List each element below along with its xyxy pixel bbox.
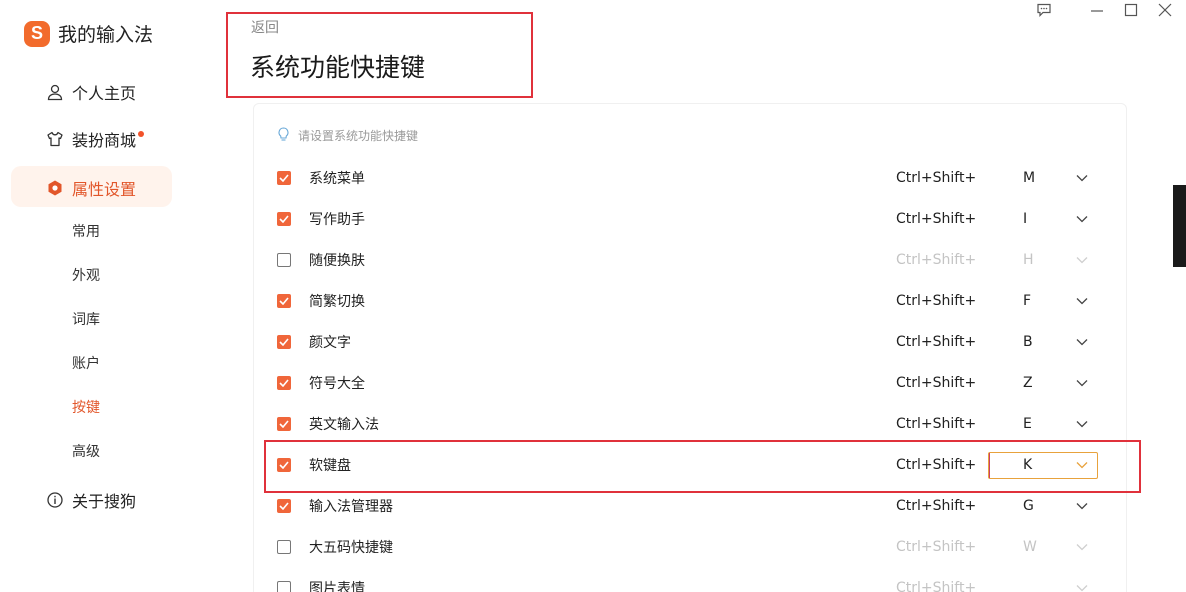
shortcut-modifier: Ctrl+Shift+ <box>896 334 977 350</box>
sidebar: S 我的输入法 个人主页 装扮商城 属性设置 常用 外观 词库 账户 按键 高级… <box>0 0 195 592</box>
shortcut-modifier: Ctrl+Shift+ <box>896 580 977 592</box>
minimize-icon[interactable] <box>1085 0 1109 20</box>
shortcut-modifier: Ctrl+Shift+ <box>896 252 977 268</box>
hint-text: 请设置系统功能快捷键 <box>298 129 419 143</box>
shortcut-key: H <box>1023 252 1034 268</box>
shortcut-key[interactable]: G <box>1023 498 1034 514</box>
shortcut-key[interactable]: E <box>1023 416 1032 432</box>
chevron-down-icon[interactable] <box>1075 417 1089 431</box>
chevron-down-icon <box>1075 540 1089 554</box>
person-icon <box>46 83 64 101</box>
sidebar-item-label: 个人主页 <box>72 84 137 103</box>
subnav-item-keys[interactable]: 按键 <box>72 397 100 417</box>
hint: 请设置系统功能快捷键 <box>277 127 418 144</box>
shortcut-modifier: Ctrl+Shift+ <box>896 416 977 432</box>
checkbox-checked[interactable] <box>277 417 291 431</box>
shortcut-row: 图片表情 Ctrl+Shift+ <box>277 576 1117 592</box>
shortcut-key[interactable]: F <box>1023 293 1031 309</box>
sidebar-item-settings[interactable]: 属性设置 <box>46 176 136 200</box>
checkbox-checked[interactable] <box>277 294 291 308</box>
chevron-down-icon[interactable] <box>1075 335 1089 349</box>
shortcut-key[interactable]: M <box>1023 170 1035 186</box>
chevron-down-icon[interactable] <box>1075 171 1089 185</box>
checkbox-unchecked[interactable] <box>277 581 291 592</box>
subnav-item-advanced[interactable]: 高级 <box>72 441 100 461</box>
shortcut-row: 大五码快捷键 Ctrl+Shift+ W <box>277 535 1117 559</box>
scrollbar-thumb[interactable] <box>1173 185 1186 267</box>
checkbox-checked[interactable] <box>277 499 291 513</box>
shirt-icon <box>46 130 64 148</box>
checkbox-unchecked[interactable] <box>277 540 291 554</box>
sidebar-item-label: 装扮商城 <box>72 131 137 150</box>
checkbox-checked[interactable] <box>277 335 291 349</box>
notification-dot <box>138 131 145 137</box>
shortcut-modifier: Ctrl+Shift+ <box>896 498 977 514</box>
shortcut-key[interactable]: I <box>1023 211 1027 227</box>
shortcut-row: 输入法管理器 Ctrl+Shift+ G <box>277 494 1117 518</box>
subnav-item-general[interactable]: 常用 <box>72 221 100 241</box>
checkbox-checked[interactable] <box>277 212 291 226</box>
shortcut-label: 图片表情 <box>309 581 365 592</box>
chevron-down-icon <box>1075 253 1089 267</box>
chevron-down-icon[interactable] <box>1075 499 1089 513</box>
shortcut-row: 写作助手 Ctrl+Shift+ I <box>277 207 1117 231</box>
close-icon[interactable] <box>1153 0 1177 20</box>
checkbox-unchecked[interactable] <box>277 253 291 267</box>
maximize-icon[interactable] <box>1119 0 1143 20</box>
sidebar-item-profile[interactable]: 个人主页 <box>46 80 136 104</box>
sidebar-item-about[interactable]: 关于搜狗 <box>46 488 136 512</box>
subnav-item-appearance[interactable]: 外观 <box>72 265 100 285</box>
sidebar-item-label: 关于搜狗 <box>72 492 137 511</box>
shortcut-key[interactable]: B <box>1023 334 1033 350</box>
shortcut-modifier: Ctrl+Shift+ <box>896 375 977 391</box>
sidebar-item-label: 属性设置 <box>72 180 137 199</box>
shortcut-modifier: Ctrl+Shift+ <box>896 170 977 186</box>
shortcut-row: 随便换肤 Ctrl+Shift+ H <box>277 248 1117 272</box>
shortcut-key: W <box>1023 539 1037 555</box>
checkbox-checked[interactable] <box>277 171 291 185</box>
shortcut-label: 颜文字 <box>309 335 351 351</box>
feedback-icon[interactable] <box>1032 0 1056 20</box>
chevron-down-icon[interactable] <box>1075 294 1089 308</box>
chevron-down-icon <box>1075 581 1089 592</box>
settings-hex-icon <box>46 179 64 197</box>
shortcut-label: 随便换肤 <box>309 253 365 269</box>
shortcut-modifier: Ctrl+Shift+ <box>896 211 977 227</box>
sidebar-item-store[interactable]: 装扮商城 <box>46 127 145 151</box>
shortcut-row: 英文输入法 Ctrl+Shift+ E <box>277 412 1117 436</box>
shortcut-label: 简繁切换 <box>309 294 365 310</box>
title-highlight-box <box>226 12 533 98</box>
shortcut-label: 英文输入法 <box>309 417 379 433</box>
lightbulb-icon <box>277 127 290 144</box>
shortcut-label: 符号大全 <box>309 376 365 392</box>
shortcut-row: 符号大全 Ctrl+Shift+ Z <box>277 371 1117 395</box>
shortcut-label: 大五码快捷键 <box>309 540 393 556</box>
shortcut-label: 输入法管理器 <box>309 499 393 515</box>
shortcut-label: 系统菜单 <box>309 171 365 187</box>
shortcut-modifier: Ctrl+Shift+ <box>896 293 977 309</box>
checkbox-checked[interactable] <box>277 376 291 390</box>
brand: S 我的输入法 <box>24 20 153 47</box>
shortcut-label: 写作助手 <box>309 212 365 228</box>
chevron-down-icon[interactable] <box>1075 376 1089 390</box>
subnav-item-account[interactable]: 账户 <box>72 353 100 373</box>
subnav-item-dictionary[interactable]: 词库 <box>72 309 100 329</box>
shortcut-row: 颜文字 Ctrl+Shift+ B <box>277 330 1117 354</box>
sogou-logo-icon: S <box>24 20 50 47</box>
shortcut-row: 简繁切换 Ctrl+Shift+ F <box>277 289 1117 313</box>
info-icon <box>46 491 64 509</box>
row-highlight-box <box>264 440 1141 493</box>
shortcut-modifier: Ctrl+Shift+ <box>896 539 977 555</box>
shortcut-key[interactable]: Z <box>1023 375 1033 391</box>
shortcut-row: 系统菜单 Ctrl+Shift+ M <box>277 166 1117 190</box>
chevron-down-icon[interactable] <box>1075 212 1089 226</box>
app-name: 我的输入法 <box>58 24 154 46</box>
